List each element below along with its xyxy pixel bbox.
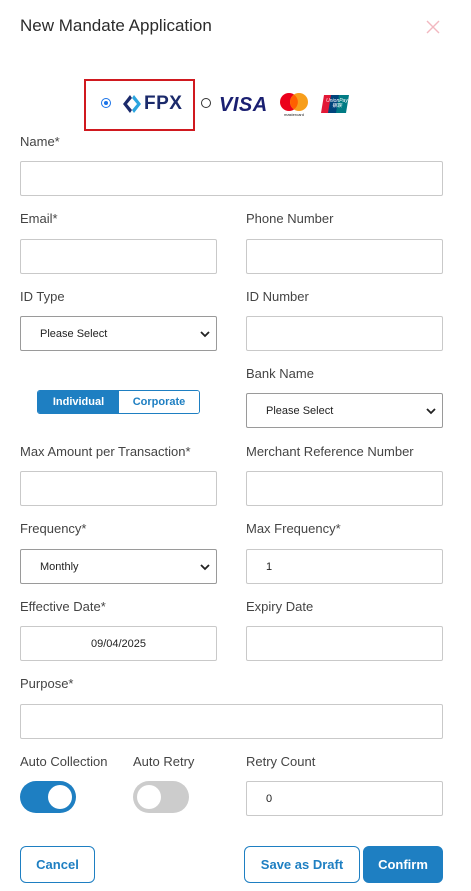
retry-count-input[interactable]: 0 [246, 781, 443, 816]
auto-collection-label: Auto Collection [20, 754, 108, 769]
visa-logo: VISA [219, 94, 268, 116]
unionpay-label: UnionPay 银联 [326, 98, 348, 109]
auto-retry-label: Auto Retry [133, 754, 195, 769]
merchant-ref-input[interactable] [246, 471, 443, 506]
cancel-button[interactable]: Cancel [20, 846, 95, 883]
unionpay-logo-icon: UnionPay 银联 [321, 94, 351, 114]
name-label: Name* [20, 134, 60, 149]
fpx-label: FPX [144, 93, 183, 114]
confirm-button[interactable]: Confirm [363, 846, 443, 883]
save-draft-button[interactable]: Save as Draft [244, 846, 360, 883]
email-label: Email* [20, 211, 58, 226]
fpx-radio[interactable] [101, 98, 111, 108]
email-input[interactable] [20, 239, 217, 274]
effective-date-label: Effective Date* [20, 599, 106, 614]
card-radio[interactable] [201, 98, 211, 108]
max-frequency-input[interactable]: 1 [246, 549, 443, 584]
auto-retry-toggle[interactable] [133, 781, 189, 813]
chevron-down-icon [200, 330, 210, 337]
id-number-label: ID Number [246, 289, 309, 304]
mastercard-logo-icon: mastercard [277, 92, 311, 118]
phone-input[interactable] [246, 239, 443, 274]
merchant-ref-label: Merchant Reference Number [246, 444, 414, 459]
corporate-option[interactable]: Corporate [119, 391, 199, 413]
individual-option[interactable]: Individual [38, 391, 119, 413]
id-type-select[interactable]: Please Select [20, 316, 217, 351]
purpose-label: Purpose* [20, 676, 74, 691]
auto-collection-toggle[interactable] [20, 781, 76, 813]
toggle-knob [48, 785, 72, 809]
account-type-toggle: Individual Corporate [37, 390, 200, 414]
frequency-value: Monthly [40, 560, 79, 573]
expiry-date-label: Expiry Date [246, 599, 314, 614]
name-input[interactable] [20, 161, 443, 196]
max-amount-input[interactable] [20, 471, 217, 506]
fpx-logo-icon [121, 93, 143, 115]
frequency-label: Frequency* [20, 521, 87, 536]
purpose-input[interactable] [20, 704, 443, 739]
phone-label: Phone Number [246, 211, 334, 226]
max-amount-label: Max Amount per Transaction* [20, 444, 191, 459]
modal-title: New Mandate Application [20, 16, 212, 35]
chevron-down-icon [426, 407, 436, 414]
id-type-value: Please Select [40, 327, 108, 340]
expiry-date-input[interactable] [246, 626, 443, 661]
retry-count-label: Retry Count [246, 754, 316, 769]
bank-name-select[interactable]: Please Select [246, 393, 443, 428]
mastercard-label: mastercard [283, 112, 304, 117]
chevron-down-icon [200, 563, 210, 570]
id-type-label: ID Type [20, 289, 65, 304]
close-icon[interactable] [424, 18, 442, 36]
frequency-select[interactable]: Monthly [20, 549, 217, 584]
toggle-knob [137, 785, 161, 809]
bank-name-value: Please Select [266, 404, 334, 417]
effective-date-input[interactable]: 09/04/2025 [20, 626, 217, 661]
bank-name-label: Bank Name [246, 366, 314, 381]
id-number-input[interactable] [246, 316, 443, 351]
max-frequency-label: Max Frequency* [246, 521, 341, 536]
